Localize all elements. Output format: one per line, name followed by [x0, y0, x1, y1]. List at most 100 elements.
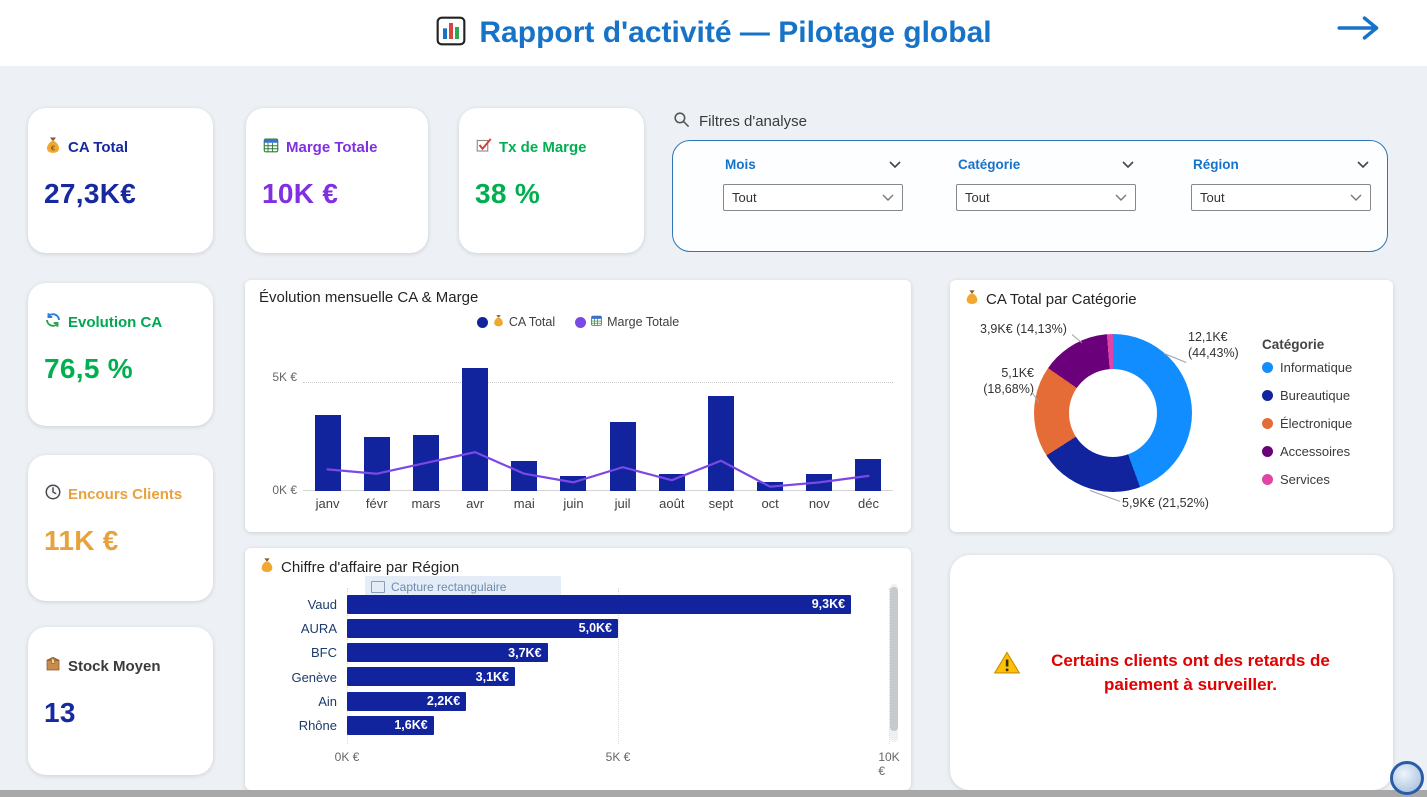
region-row-genève: Genève 3,1K€ [253, 665, 887, 689]
region-bar-vaud[interactable]: 9,3K€ [347, 594, 852, 614]
legend-item-informatique[interactable]: Informatique [1262, 360, 1352, 375]
legend-item-bureautique[interactable]: Bureautique [1262, 388, 1352, 403]
dashboard-page: Rapport d'activité — Pilotage global € C… [0, 0, 1427, 797]
refresh-arrows-icon [44, 311, 62, 333]
kpi-title: CA Total [68, 138, 128, 156]
region-bar-aura[interactable]: 5,0K€ [347, 618, 618, 638]
legend-label: Bureautique [1280, 388, 1351, 403]
slicer-region: Région Tout [1191, 157, 1371, 211]
kpi-title: Tx de Marge [499, 138, 587, 156]
legend-dot [1262, 362, 1273, 373]
legend-item-marge-totale[interactable]: Marge Totale [575, 314, 679, 330]
legend-dot [575, 316, 587, 328]
kpi-value: 10K € [262, 178, 339, 209]
month-label: nov [808, 496, 830, 511]
scrollbar-track [890, 584, 898, 742]
kpi-value: 27,3K€ [44, 178, 137, 209]
marge-line-series[interactable] [303, 346, 893, 491]
month-label: mars [411, 496, 441, 511]
x-axis-tick: 10K € [878, 750, 900, 778]
slicer-header-region[interactable]: Région [1191, 157, 1371, 172]
kpi-title: Evolution CA [68, 313, 163, 331]
watermark-logo [1390, 761, 1424, 795]
month-label: avr [466, 496, 485, 511]
bar-track: 5,0K€ [347, 616, 887, 640]
page-title: Rapport d'activité — Pilotage global [479, 16, 992, 49]
kpi-value: 38 % [475, 178, 541, 209]
monthly-evolution-chart: Évolution mensuelle CA & Marge CA Total … [245, 280, 911, 532]
callout-electronique: 5,1K€ (18,68%) [983, 366, 1034, 396]
kpi-card-marge-totale: Marge Totale 10K € [246, 108, 428, 253]
region-label: Rhône [298, 718, 337, 734]
callout-accessoires: 3,9K€ (14,13%) [980, 322, 1067, 336]
kpi-title: Marge Totale [286, 138, 378, 156]
region-row-bfc: BFC 3,7K€ [253, 641, 887, 665]
y-axis-tick: 0K € [272, 483, 297, 497]
kpi-card-encours-clients: Encours Clients 11K € [28, 455, 213, 601]
window-bottom-edge [0, 790, 1427, 797]
legend-item-électronique[interactable]: Électronique [1262, 416, 1352, 431]
legend-item-ca-total[interactable]: CA Total [476, 314, 555, 330]
region-row-vaud: Vaud 9,3K€ [253, 592, 887, 616]
money-bag-icon [259, 557, 275, 577]
slicer-header-categorie[interactable]: Catégorie [956, 157, 1136, 172]
region-label: AURA [300, 620, 337, 636]
month-label: oct [761, 496, 779, 511]
region-label: Vaud [307, 596, 337, 612]
region-label: BFC [311, 645, 337, 661]
slicer-mois: Mois Tout [723, 157, 903, 211]
slicer-dropdown-mois[interactable]: Tout [723, 184, 903, 211]
region-label: Ain [318, 693, 337, 709]
bar-track: 2,2K€ [347, 689, 887, 713]
callout-informatique: 12,1K€ (44,43%) [1188, 330, 1239, 360]
filters-panel: Mois Tout Catégorie Tout Région Tout [672, 140, 1388, 252]
bar-value-label: 3,1K€ [475, 669, 510, 684]
slicer-dropdown-categorie[interactable]: Tout [956, 184, 1136, 211]
money-bag-icon: € [44, 136, 62, 158]
region-bar-ain[interactable]: 2,2K€ [347, 691, 467, 711]
filters-section-title: Filtres d'analyse [672, 110, 807, 133]
legend-label: Services [1280, 472, 1330, 487]
kpi-card-tx-marge: Tx de Marge 38 % [459, 108, 644, 253]
chevron-down-icon [889, 157, 901, 172]
legend-dot [476, 316, 488, 328]
kpi-card-evolution-ca: Evolution CA 76,5 % [28, 283, 213, 426]
bar-track: 9,3K€ [347, 592, 887, 616]
kpi-card-stock-moyen: Stock Moyen 13 [28, 627, 213, 775]
chart-title: Évolution mensuelle CA & Marge [259, 289, 479, 306]
search-icon [672, 110, 691, 133]
kpi-value: 76,5 % [44, 353, 133, 384]
legend-item-services[interactable]: Services [1262, 472, 1352, 487]
donut-legend: Informatique Bureautique Électronique Acces… [1262, 360, 1352, 487]
bar-track: 1,6K€ [347, 713, 887, 737]
chart-title: Chiffre d'affaire par Région [259, 557, 459, 577]
legend-dot [1262, 446, 1273, 457]
chevron-down-icon [1122, 157, 1134, 172]
kpi-value: 13 [44, 697, 76, 728]
payment-alert-card: Certains clients ont des retards de paie… [950, 555, 1393, 790]
bar-value-label: 9,3K€ [811, 597, 846, 611]
region-bar-rhône[interactable]: 1,6K€ [347, 715, 434, 735]
scrollbar-thumb[interactable] [890, 587, 898, 731]
callout-bureautique: 5,9K€ (21,52%) [1122, 496, 1209, 510]
bar-track: 3,1K€ [347, 665, 887, 689]
calendar-icon [590, 314, 603, 330]
legend-item-accessoires[interactable]: Accessoires [1262, 444, 1352, 459]
region-row-aura: AURA 5,0K€ [253, 616, 887, 640]
calendar-icon [262, 136, 280, 158]
bar-chart-icon [435, 15, 467, 52]
clock-icon [44, 483, 62, 505]
month-label: août [659, 496, 685, 511]
x-axis-labels: janv févr mars avr mai juin juil août sept oct nov… [303, 496, 893, 511]
slicer-header-mois[interactable]: Mois [723, 157, 903, 172]
legend-label: Accessoires [1280, 444, 1351, 459]
month-label: sept [708, 496, 734, 511]
region-revenue-chart: Chiffre d'affaire par Région Capture rec… [245, 548, 911, 790]
slicer-dropdown-region[interactable]: Tout [1191, 184, 1371, 211]
region-bar-bfc[interactable]: 3,7K€ [347, 643, 548, 663]
next-page-arrow-button[interactable] [1337, 14, 1381, 47]
region-bar-genève[interactable]: 3,1K€ [347, 667, 516, 687]
kpi-card-ca-total: € CA Total 27,3K€ [28, 108, 213, 253]
region-label: Genève [291, 669, 337, 685]
month-label: juin [563, 496, 584, 511]
